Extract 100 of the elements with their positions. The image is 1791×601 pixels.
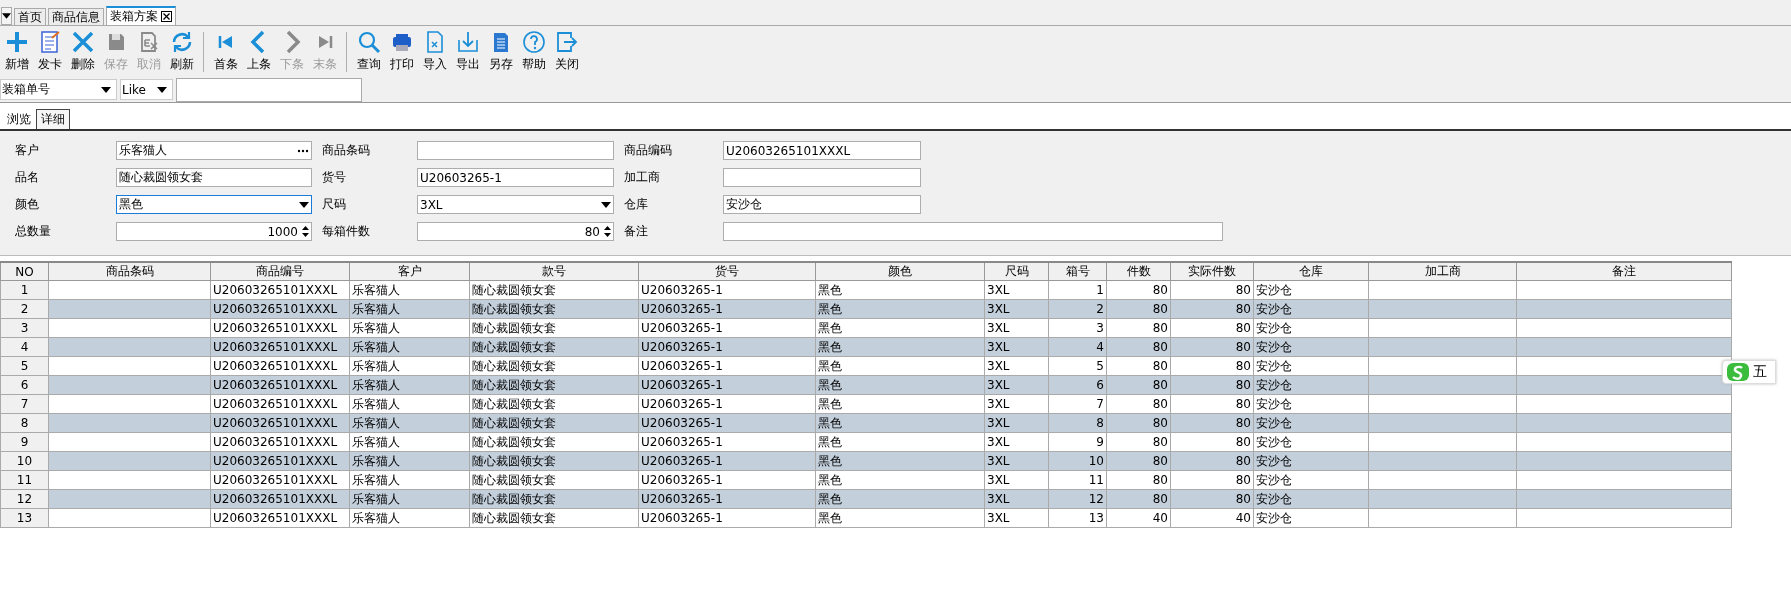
toolbar-button[interactable]: 首条 xyxy=(209,30,242,73)
table-cell: U20603265101XXXL xyxy=(210,394,350,414)
table-cell: U20603265101XXXL xyxy=(210,432,350,452)
column-header[interactable]: 颜色 xyxy=(815,262,985,281)
field-dropdown[interactable]: 装箱单号 xyxy=(0,79,117,100)
table-cell: 安沙仓 xyxy=(1253,470,1369,490)
column-header[interactable]: 货号 xyxy=(638,262,816,281)
toolbar-button[interactable]: 删除 xyxy=(66,30,99,73)
toolbar-button[interactable]: 上条 xyxy=(242,30,275,73)
input-method-indicator[interactable]: 五 xyxy=(1722,360,1776,384)
form-field[interactable]: 随心裁圆领女套 xyxy=(116,168,312,187)
table-cell: 安沙仓 xyxy=(1253,394,1369,414)
spinner-icon[interactable] xyxy=(302,225,309,238)
table-cell: 黑色 xyxy=(815,356,985,376)
table-cell: U20603265101XXXL xyxy=(210,318,350,338)
search-icon xyxy=(356,30,381,54)
document-tab[interactable]: 商品信息 xyxy=(48,8,104,25)
table-cell: 黑色 xyxy=(815,432,985,452)
view-tab[interactable]: 详细 xyxy=(36,109,70,129)
table-cell: U20603265101XXXL xyxy=(210,280,350,300)
field-label: 尺码 xyxy=(321,196,347,213)
table-cell: 5 xyxy=(1048,356,1107,376)
table-cell: U20603265-1 xyxy=(638,280,816,300)
column-header[interactable]: 件数 xyxy=(1106,262,1171,281)
document-tab[interactable]: 装箱方案 xyxy=(106,6,176,25)
table-cell: 3XL xyxy=(984,470,1049,490)
search-field[interactable] xyxy=(176,77,362,102)
column-header[interactable]: 客户 xyxy=(349,262,470,281)
view-tab[interactable]: 浏览 xyxy=(2,109,36,129)
operator-dropdown[interactable]: Like xyxy=(120,79,173,100)
column-header[interactable]: 商品条码 xyxy=(48,262,211,281)
form-field[interactable]: 80 xyxy=(417,222,614,241)
form-field[interactable]: U20603265-1 xyxy=(417,168,614,187)
table-cell: 80 xyxy=(1106,432,1171,452)
table-cell: 乐客猫人 xyxy=(349,470,470,490)
column-header[interactable]: 实际件数 xyxy=(1170,262,1254,281)
table-cell: 黑色 xyxy=(815,394,985,414)
form-field[interactable]: U20603265101XXXL xyxy=(723,141,921,160)
dropdown-arrow-icon xyxy=(601,201,611,208)
toolbar-button[interactable]: 新增 xyxy=(0,30,33,73)
field-label: 仓库 xyxy=(623,196,649,213)
form-field[interactable] xyxy=(723,222,1223,241)
export-icon xyxy=(455,30,480,54)
table-cell: 3XL xyxy=(984,394,1049,414)
spinner-icon[interactable] xyxy=(604,225,611,238)
table-cell: 黑色 xyxy=(815,508,985,528)
dropdown-arrow-icon xyxy=(2,13,11,19)
column-header[interactable]: 款号 xyxy=(469,262,639,281)
field-label: 加工商 xyxy=(623,169,661,186)
ellipsis-icon[interactable] xyxy=(297,148,309,153)
table-cell: 80 xyxy=(1170,356,1254,376)
column-header[interactable]: 商品编号 xyxy=(210,262,350,281)
column-header[interactable]: 仓库 xyxy=(1253,262,1369,281)
field-label: 商品编码 xyxy=(623,142,673,159)
column-header[interactable]: 尺码 xyxy=(984,262,1049,281)
field-label: 备注 xyxy=(623,223,649,240)
tab-menu-button[interactable] xyxy=(1,7,12,25)
form-field[interactable] xyxy=(723,168,921,187)
table-cell: 安沙仓 xyxy=(1253,280,1369,300)
toolbar-button[interactable]: 另存 xyxy=(484,30,517,73)
field-label: 品名 xyxy=(15,169,40,186)
toolbar-button[interactable]: 关闭 xyxy=(550,30,583,73)
toolbar-button[interactable]: 导出 xyxy=(451,30,484,73)
form-field[interactable]: 3XL xyxy=(417,195,614,214)
table-cell: 9 xyxy=(1048,432,1107,452)
document-tab[interactable]: 首页 xyxy=(14,8,46,25)
table-cell: 随心裁圆领女套 xyxy=(469,432,639,452)
toolbar-button[interactable]: 刷新 xyxy=(165,30,198,73)
column-header[interactable]: 加工商 xyxy=(1368,262,1517,281)
column-header[interactable]: NO xyxy=(0,262,49,281)
toolbar-button[interactable]: 发卡 xyxy=(33,30,66,73)
table-cell: U20603265101XXXL xyxy=(210,356,350,376)
form-field[interactable]: 乐客猫人 xyxy=(116,141,312,160)
toolbar-button[interactable]: 导入 xyxy=(418,30,451,73)
table-cell: 安沙仓 xyxy=(1253,432,1369,452)
table-cell: U20603265-1 xyxy=(638,470,816,490)
field-label: 总数量 xyxy=(15,223,52,240)
toolbar-button[interactable]: 查询 xyxy=(352,30,385,73)
form-field[interactable]: 黑色 xyxy=(116,195,312,214)
form-field[interactable]: 安沙仓 xyxy=(723,195,921,214)
table-cell: U20603265-1 xyxy=(638,394,816,414)
toolbar-button[interactable]: 帮助 xyxy=(517,30,550,73)
column-header[interactable]: 箱号 xyxy=(1048,262,1107,281)
table-cell: 3XL xyxy=(984,280,1049,300)
table-cell: 80 xyxy=(1170,280,1254,300)
table-cell: 随心裁圆领女套 xyxy=(469,356,639,376)
table-cell: 随心裁圆领女套 xyxy=(469,394,639,414)
form-field[interactable]: 1000 xyxy=(116,222,312,241)
form-field[interactable] xyxy=(417,141,614,160)
close-icon[interactable] xyxy=(161,11,172,22)
table-cell: 乐客猫人 xyxy=(349,318,470,338)
table-cell: 80 xyxy=(1106,318,1171,338)
toolbar-button[interactable]: 打印 xyxy=(385,30,418,73)
table-cell: 乐客猫人 xyxy=(349,280,470,300)
table-cell: 随心裁圆领女套 xyxy=(469,318,639,338)
table-cell: 80 xyxy=(1106,394,1171,414)
table-cell: U20603265-1 xyxy=(638,508,816,528)
column-header[interactable]: 备注 xyxy=(1516,262,1732,281)
table-cell: 80 xyxy=(1170,394,1254,414)
table-cell: 80 xyxy=(1170,470,1254,490)
